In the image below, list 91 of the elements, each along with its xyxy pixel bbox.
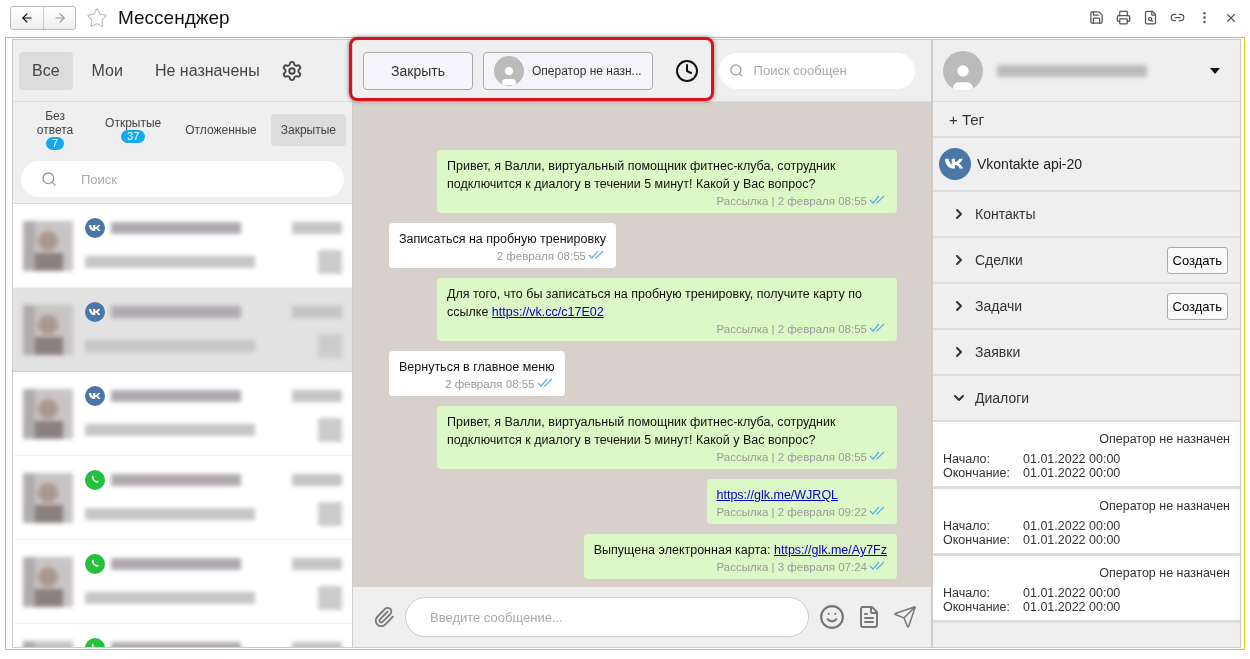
search-icon [41,171,57,187]
field-label: Начало: [943,586,992,600]
dialog-card[interactable]: Оператор не назначен Начало: 01.01.2022 00:00 Окончание: 01.01.2022 00:00 [933,422,1240,489]
blurred-date [292,389,342,402]
dropdown-caret-icon[interactable] [1210,67,1220,74]
blurred-date [292,221,342,234]
message-text: Привет, я Валли, виртуальный помощник фитнес-клуба, сотрудник подключится к диалогу в течении 5 минут! Какой у Вас вопрос? [447,414,837,449]
operator-status: Оператор не назначен [1099,499,1230,513]
channel-name: Vkontakte api-20 [977,156,1083,172]
search-bar[interactable]: Поиск [21,161,344,197]
count-badge: 7 [45,137,65,150]
avatar-icon [943,50,983,91]
message-meta: Рассылка | 2 февраля 08:55 [716,322,867,335]
message-text: Вернуться в главное меню [399,359,555,376]
section-title: Диалоги [975,390,1031,406]
field-value: 01.01.2022 00:00 [1023,533,1122,547]
message-meta: Рассылка | 2 февраля 09:22 [716,505,867,518]
read-ticks-icon [536,378,555,388]
status-tab[interactable]: Отложенные [175,113,267,146]
dialog-card[interactable]: Оператор не назначен Начало: 01.01.2022 00:00 Окончание: 01.01.2022 00:00 [933,489,1240,556]
message-text: Привет, я Валли, виртуальный помощник фитнес-клуба, сотрудник подключится к диалогу в течении 5 минут! Какой у Вас вопрос? [447,158,837,193]
message-meta: Рассылка | 3 февраля 07:24 [716,560,867,573]
field-label: Начало: [943,452,992,466]
emoji-icon[interactable] [817,602,847,632]
count-badge: 37 [121,130,146,143]
dialog-card[interactable]: Оператор не назначен Начало: 01.01.2022 00:00 Окончание: 01.01.2022 00:00 [933,556,1240,623]
blurred-counter [318,417,342,442]
operator-button[interactable]: Оператор не назн... [483,51,653,90]
message-input[interactable]: Введите сообщение... [428,608,786,626]
blurred-date [292,557,342,570]
field-value: 01.01.2022 00:00 [1023,519,1122,533]
message-search-bar[interactable]: Поиск сообщен [718,52,915,89]
status-tab[interactable]: Закрытые [270,113,346,146]
avatar-icon [494,55,524,86]
section-title: Контакты [975,206,1037,222]
message-meta: 2 февраля 08:55 [496,249,586,262]
create-button[interactable]: Создать [1166,246,1228,274]
blurred-counter [318,249,342,274]
blurred-counter [318,501,342,526]
section-title: Сделки [975,252,1024,268]
blurred-date [292,473,342,486]
filter-tab[interactable]: Не назначены [141,51,273,90]
search-icon [728,63,744,78]
field-label: Окончание: [943,533,1011,547]
field-value: 01.01.2022 00:00 [1023,600,1122,614]
add-tag-button[interactable]: + Тег [933,102,1240,138]
field-label: Начало: [943,519,992,533]
section-title: Задачи [975,298,1023,314]
message-meta: 2 февраля 08:55 [445,377,535,390]
search-field[interactable]: Поиск [79,170,324,188]
message-text: Выпущена электронная карта: https://glk.me/Ay7Fz [593,542,887,559]
field-label: Окончание: [943,466,1011,480]
status-tab[interactable]: Открытые 37 [95,113,172,146]
print-icon[interactable] [1114,8,1133,27]
section-header[interactable]: Задачи Создать [933,284,1240,330]
create-button[interactable]: Создать [1166,292,1228,320]
message-link[interactable]: https://glk.me/WJRQL [716,488,839,502]
read-ticks-icon [869,506,887,516]
message-text: Записаться на пробную тренировку [399,231,606,248]
operator-status: Оператор не назначен [1099,432,1230,446]
message-link[interactable]: https://vk.cc/c17E02 [491,305,604,319]
section-header[interactable]: Заявки [933,330,1240,376]
blurred-date [292,305,342,318]
chat-list-item[interactable] [13,288,352,372]
read-ticks-icon [588,250,606,260]
filter-tab[interactable]: Мои [78,51,136,90]
section-title: Заявки [975,344,1022,360]
vk-icon [939,148,971,180]
filter-tab[interactable]: Все [19,51,73,90]
close-dialog-button[interactable]: Закрыть [363,51,473,90]
read-ticks-icon [869,195,887,205]
operator-status: Оператор не назначен [1099,566,1230,580]
message-meta: Рассылка | 2 февраля 08:55 [716,450,867,463]
read-ticks-icon [869,451,887,461]
message-text: Для того, что бы записаться на пробную тренировку, получите карту по ссылке https://vk.cc/c17E02 [447,286,863,321]
window-title: Мессенджер [118,6,231,29]
section-header[interactable]: Сделки Создать [933,238,1240,284]
section-header[interactable]: Контакты [933,192,1240,238]
field-value: 01.01.2022 00:00 [1023,452,1122,466]
message-meta: Рассылка | 2 февраля 08:55 [716,194,867,207]
send-icon[interactable] [891,603,919,631]
message-link[interactable]: https://glk.me/Ay7Fz [774,543,887,557]
message-search-field[interactable]: Поиск сообщен [751,62,905,79]
read-ticks-icon [869,561,887,571]
field-value: 01.01.2022 00:00 [1023,586,1122,600]
message-input-bar[interactable]: Введите сообщение... [405,597,809,637]
save-icon[interactable] [1087,8,1106,27]
field-label: Окончание: [943,600,1011,614]
read-ticks-icon [869,323,887,333]
blurred-counter [318,585,342,610]
field-value: 01.01.2022 00:00 [1023,466,1122,480]
